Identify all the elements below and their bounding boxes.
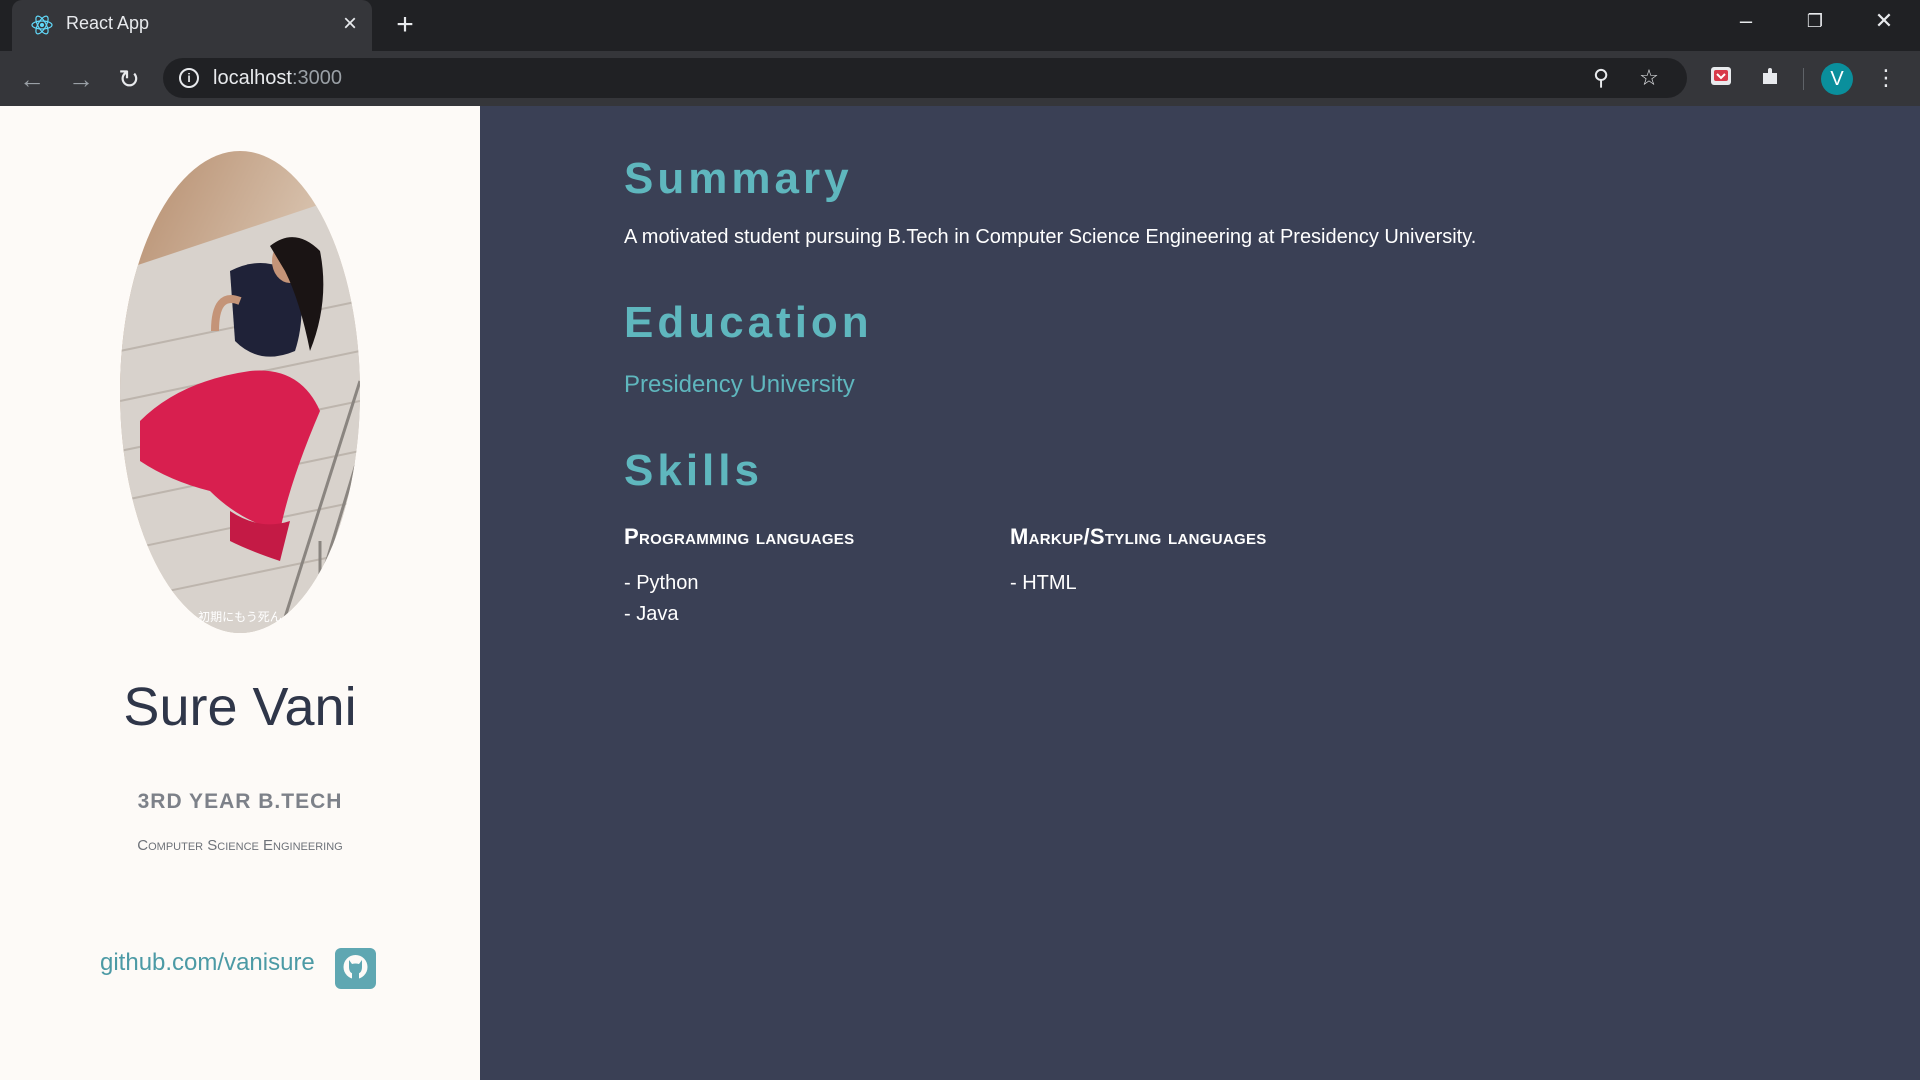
profile-year: 3RD YEAR B.TECH [137, 790, 343, 813]
profile-sidebar: 初期にもう死ん Sure Vani 3RD YEAR B.TECH Comput… [0, 106, 480, 1080]
github-icon[interactable] [335, 948, 376, 989]
skill-group-programming: Programming languages - Python - Java [624, 524, 854, 630]
skill-item: - Java [624, 603, 679, 625]
skill-group-title: Markup/Styling languages [1010, 524, 1267, 549]
zoom-icon[interactable]: ⚲ [1589, 66, 1613, 90]
minimize-icon[interactable]: – [1726, 6, 1766, 36]
menu-dots-icon[interactable]: ⋮ [1873, 65, 1899, 91]
address-bar[interactable]: i localhost:3000 ⚲ ☆ [163, 58, 1687, 98]
resume-main: Summary A motivated student pursuing B.T… [480, 106, 1920, 1080]
github-link[interactable]: github.com/vanisure [100, 949, 315, 977]
close-tab-icon[interactable]: × [338, 12, 362, 36]
bookmark-star-icon[interactable]: ☆ [1637, 66, 1661, 90]
profile-name: Sure Vani [123, 677, 357, 737]
skill-item: - HTML [1010, 572, 1077, 594]
window-close-icon[interactable]: ✕ [1864, 6, 1904, 36]
react-icon [31, 15, 53, 35]
toolbar-divider [1803, 68, 1804, 90]
profile-department: Computer Science Engineering [137, 837, 343, 854]
summary-heading: Summary [624, 154, 853, 203]
tab-react-app[interactable]: React App × [12, 0, 372, 51]
profile-avatar[interactable]: V [1821, 63, 1853, 95]
browser-toolbar: ← → ↻ i localhost:3000 ⚲ ☆ V ⋮ [0, 51, 1920, 106]
skill-item: - Python [624, 572, 699, 594]
education-heading: Education [624, 298, 873, 347]
summary-text: A motivated student pursuing B.Tech in C… [624, 226, 1477, 248]
info-icon[interactable]: i [179, 68, 199, 88]
puzzle-icon [1763, 68, 1777, 84]
new-tab-icon[interactable]: + [390, 10, 420, 40]
back-icon[interactable]: ← [17, 64, 47, 94]
profile-photo: 初期にもう死ん [120, 151, 360, 633]
browser-titlebar: React App × + – ❐ ✕ [0, 0, 1920, 51]
skill-group-title: Programming languages [624, 524, 855, 549]
photo-caption: 初期にもう死ん [198, 610, 282, 624]
page-viewport: 初期にもう死ん Sure Vani 3RD YEAR B.TECH Comput… [0, 106, 1920, 1080]
skills-heading: Skills [624, 446, 763, 495]
reload-icon[interactable]: ↻ [114, 64, 144, 94]
tab-title: React App [66, 13, 150, 33]
restore-icon[interactable]: ❐ [1795, 6, 1835, 36]
url-text[interactable]: localhost:3000 [213, 67, 342, 90]
pocket-extension-icon[interactable] [1708, 65, 1734, 91]
pocket-icon [1711, 67, 1731, 85]
forward-icon[interactable]: → [66, 64, 96, 94]
extensions-puzzle-icon[interactable] [1758, 65, 1784, 91]
skill-group-markup: Markup/Styling languages - HTML [1010, 524, 1267, 599]
university-name: Presidency University [624, 371, 855, 398]
